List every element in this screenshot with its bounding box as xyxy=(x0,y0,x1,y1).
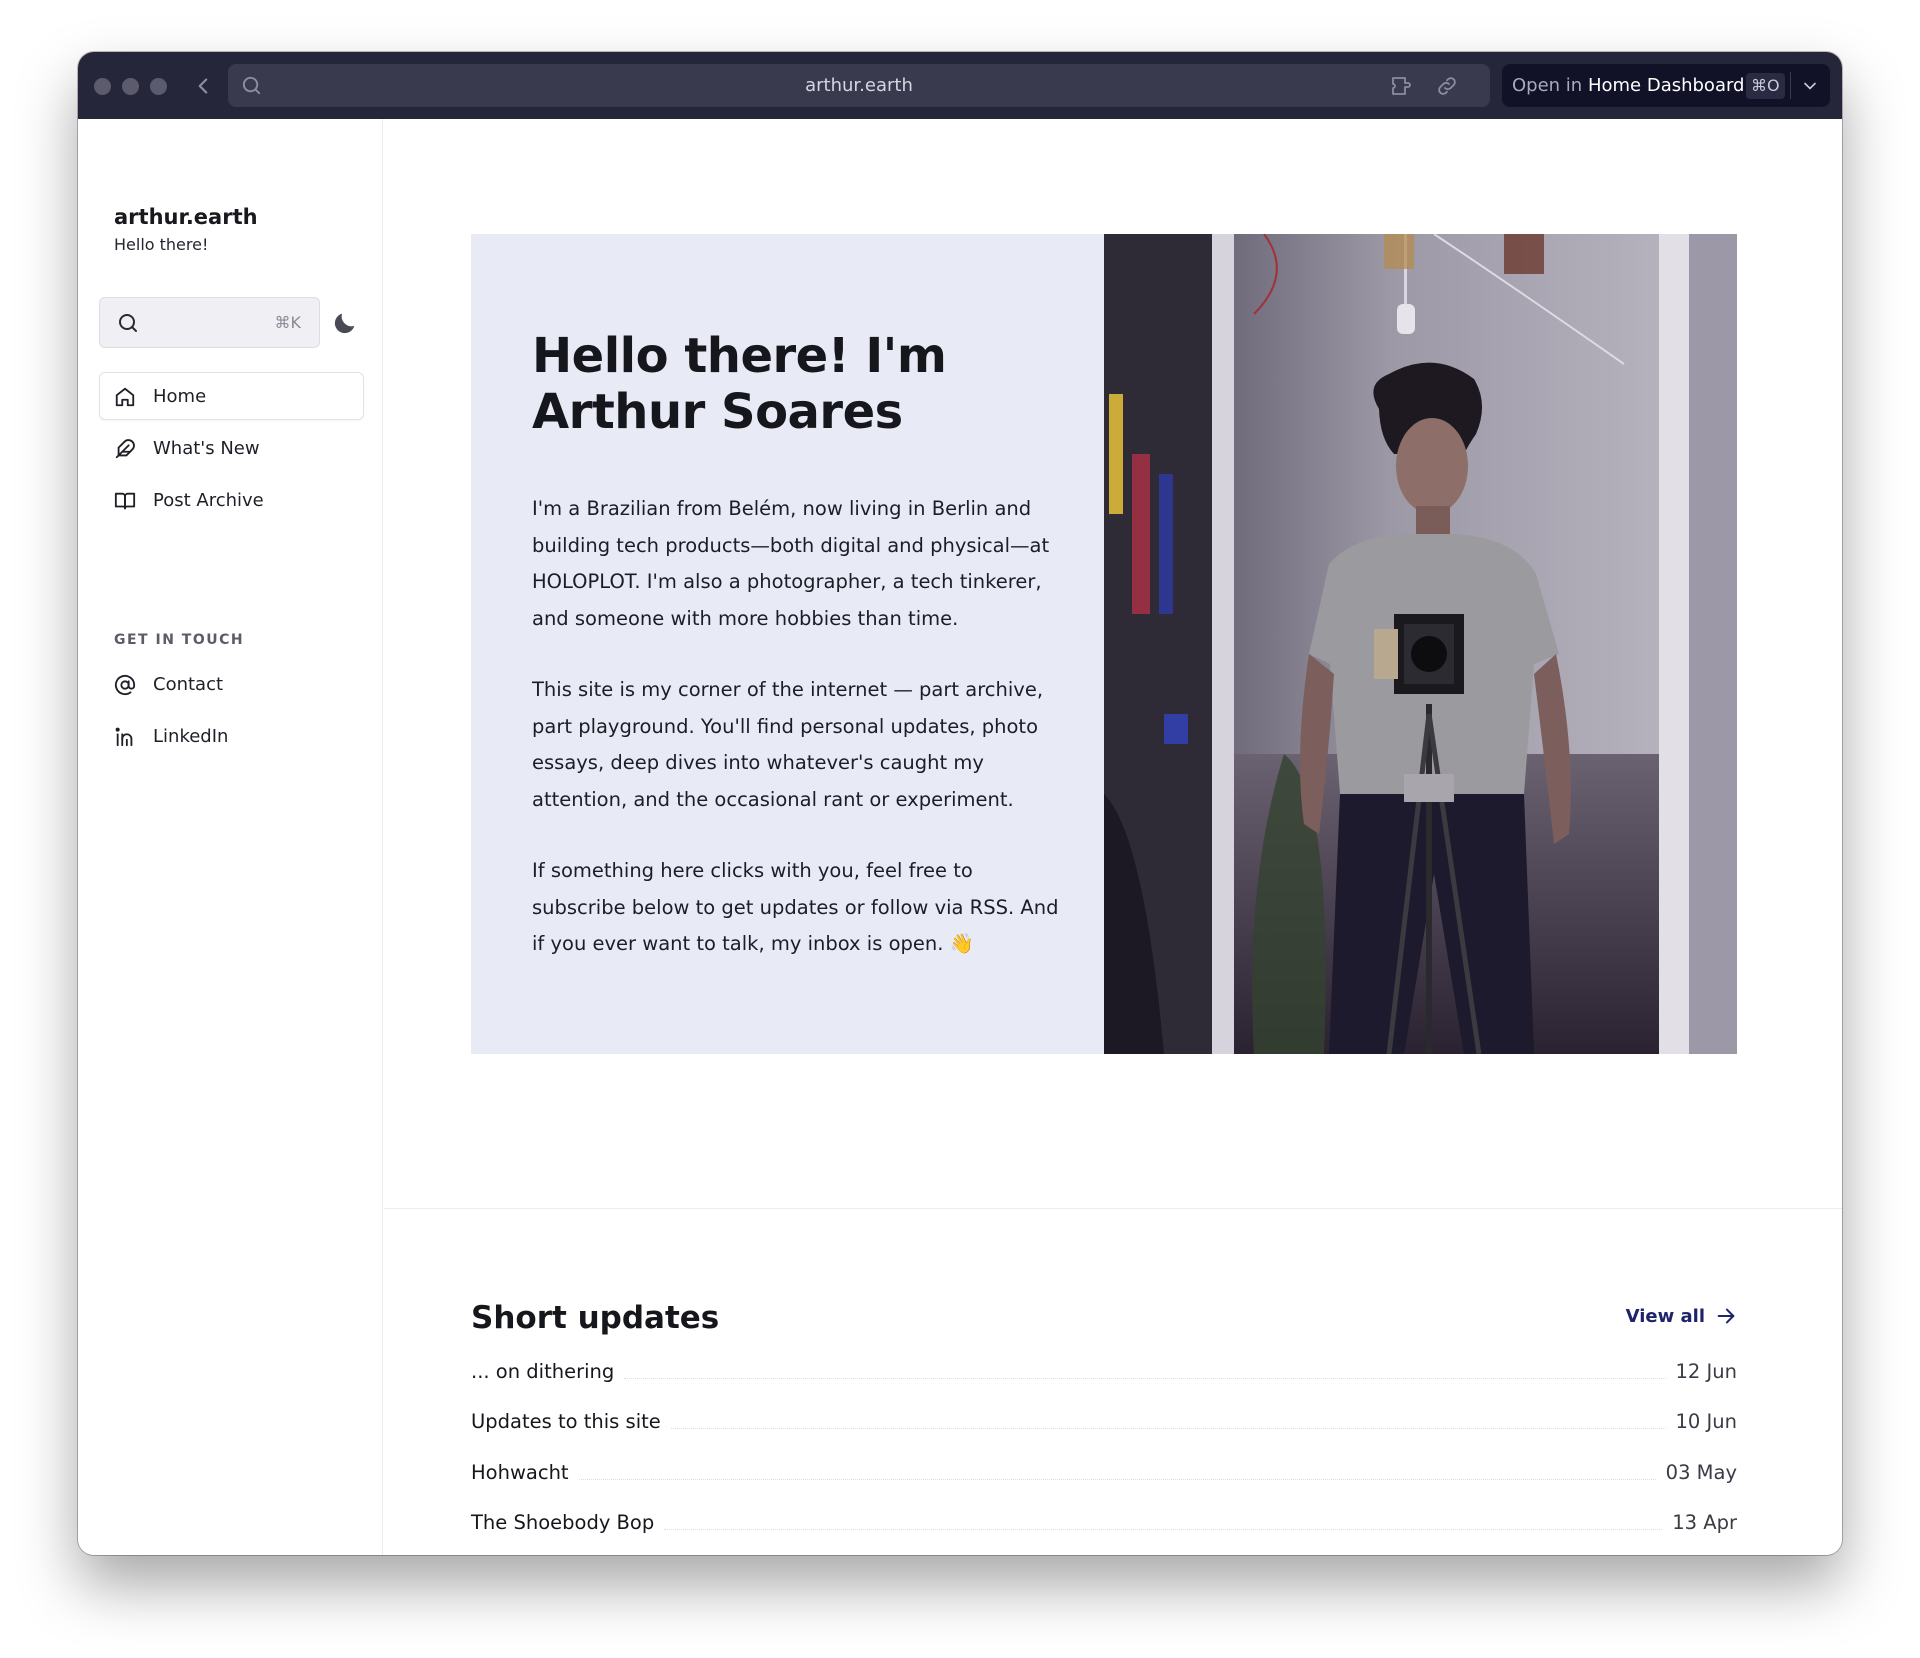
at-sign-icon xyxy=(114,674,136,696)
address-bar[interactable]: arthur.earth xyxy=(228,64,1490,107)
nav-item-post-archive[interactable]: Post Archive xyxy=(99,476,364,524)
open-in-button[interactable]: Open in Home Dashboard ⌘O xyxy=(1502,64,1830,107)
browser-window: arthur.earth Open in Home Dashboard ⌘O a… xyxy=(78,52,1842,1555)
open-in-label: Open in Home Dashboard xyxy=(1512,75,1745,96)
nav-item-label: Post Archive xyxy=(153,490,264,511)
hero-paragraph: I'm a Brazilian from Belém, now living i… xyxy=(532,497,1050,630)
view-all-link[interactable]: View all xyxy=(1626,1305,1737,1327)
moon-icon xyxy=(334,313,355,334)
nav-item-linkedin[interactable]: LinkedIn xyxy=(99,712,364,760)
hero-title: Hello there! I'm Arthur Soares xyxy=(532,328,947,440)
update-date: 13 Apr xyxy=(1672,1510,1737,1534)
nav-item-label: Contact xyxy=(153,674,224,695)
book-open-icon xyxy=(114,492,136,510)
section-divider xyxy=(384,1208,1842,1209)
link-icon xyxy=(1438,77,1456,95)
main-content: Hello there! I'm Arthur Soares I'm a Bra… xyxy=(384,119,1842,1555)
arrow-right-icon xyxy=(1717,1308,1735,1324)
update-row[interactable]: ... on dithering 12 Jun xyxy=(471,1356,1737,1386)
copy-link-button[interactable] xyxy=(1434,74,1462,98)
update-row[interactable]: Hohwacht 03 May xyxy=(471,1457,1737,1487)
sidebar: arthur.earth Hello there! ⌘K Home What's… xyxy=(78,119,383,1555)
extension-button[interactable] xyxy=(1390,74,1418,98)
chevron-left-icon xyxy=(198,78,208,94)
search-shortcut: ⌘K xyxy=(274,313,302,332)
nav-item-contact[interactable]: Contact xyxy=(99,660,364,708)
url-text[interactable]: arthur.earth xyxy=(228,75,1490,96)
window-close-button[interactable] xyxy=(94,78,111,95)
updates-title: Short updates xyxy=(471,1300,720,1336)
update-title[interactable]: Updates to this site xyxy=(471,1409,671,1433)
hero-section: Hello there! I'm Arthur Soares I'm a Bra… xyxy=(471,234,1737,1054)
update-date: 12 Jun xyxy=(1675,1359,1737,1383)
home-icon xyxy=(115,387,135,407)
open-in-shortcut: ⌘O xyxy=(1746,73,1785,99)
update-row[interactable]: Updates to this site 10 Jun xyxy=(471,1406,1737,1436)
window-zoom-button[interactable] xyxy=(150,78,167,95)
window-minimize-button[interactable] xyxy=(122,78,139,95)
update-title[interactable]: The Shoebody Bop xyxy=(471,1510,665,1534)
update-row[interactable]: The Shoebody Bop 13 Apr xyxy=(471,1507,1737,1537)
nav-item-label: LinkedIn xyxy=(153,726,229,747)
theme-toggle-button[interactable] xyxy=(331,309,359,337)
nav-item-label: What's New xyxy=(153,438,260,459)
site-title[interactable]: arthur.earth xyxy=(114,205,258,229)
update-date: 10 Jun xyxy=(1675,1409,1737,1433)
update-title[interactable]: ... on dithering xyxy=(471,1359,625,1383)
puzzle-icon xyxy=(1392,77,1411,95)
view-all-label: View all xyxy=(1625,1305,1705,1327)
hero-text-panel: Hello there! I'm Arthur Soares I'm a Bra… xyxy=(471,234,1104,1054)
update-date: 03 May xyxy=(1665,1460,1737,1484)
section-label-get-in-touch: GET IN TOUCH xyxy=(114,632,245,648)
back-button[interactable] xyxy=(190,72,216,100)
site-subtitle: Hello there! xyxy=(114,235,209,254)
chevron-down-icon[interactable] xyxy=(1800,76,1820,96)
search-icon xyxy=(119,314,137,332)
linkedin-icon xyxy=(115,727,133,747)
nav-item-home[interactable]: Home xyxy=(99,372,364,420)
search-button[interactable]: ⌘K xyxy=(99,297,320,348)
nav-item-whats-new[interactable]: What's New xyxy=(99,424,364,472)
portrait-illustration xyxy=(1104,234,1737,1054)
hero-paragraph: This site is my corner of the internet —… xyxy=(532,678,1044,811)
update-title[interactable]: Hohwacht xyxy=(471,1460,579,1484)
feather-icon xyxy=(115,439,135,459)
nav-item-label: Home xyxy=(153,386,207,407)
browser-titlebar: arthur.earth Open in Home Dashboard ⌘O xyxy=(78,52,1842,119)
portrait-photo xyxy=(1104,234,1737,1054)
hero-paragraph: If something here clicks with you, feel … xyxy=(532,859,1059,955)
